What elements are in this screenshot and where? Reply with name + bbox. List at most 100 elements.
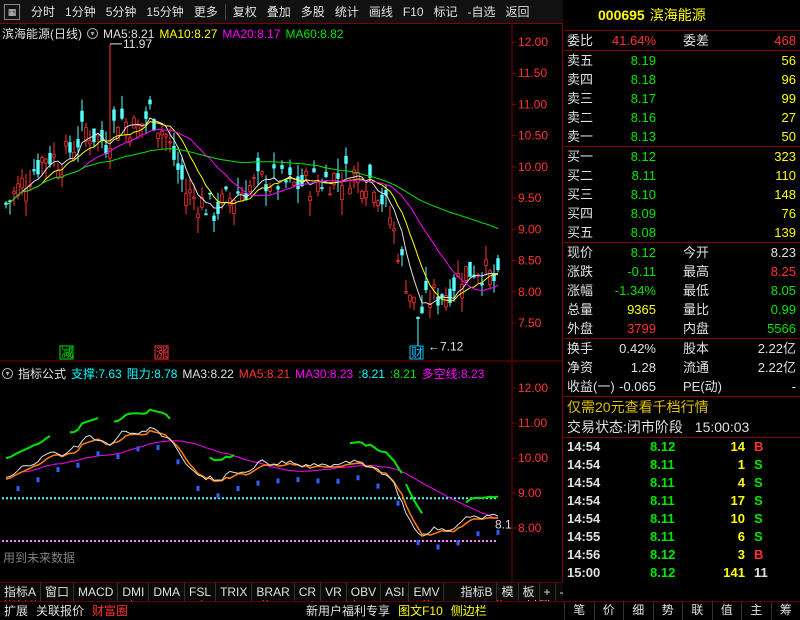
dropdown-circle-icon[interactable]: ▾ xyxy=(87,28,98,39)
quote-block: 现价 8.12 今开 8.23 涨跌 -0.11 最高 8.25 涨幅 -1.34% 最低 8.05 总… xyxy=(564,243,800,338)
status-tab[interactable]: 图文F10 xyxy=(394,602,447,620)
indicator-tab[interactable]: 模 xyxy=(497,582,519,601)
candle-body xyxy=(432,284,436,288)
indicator-tab[interactable]: FSL xyxy=(185,582,217,601)
indicator-title[interactable]: 指标公式 xyxy=(18,365,66,382)
trade-time: 15:00 xyxy=(567,565,601,580)
order-price: 8.12 xyxy=(630,149,656,164)
indicator-tab[interactable]: DMI xyxy=(118,582,150,601)
quote-value: 5566 xyxy=(767,321,796,336)
indicator-tab[interactable]: OBV xyxy=(347,582,382,601)
status-tab[interactable]: 扩展 xyxy=(0,602,32,620)
indicator-tab[interactable]: ASI xyxy=(381,582,410,601)
status-tab[interactable]: 侧边栏 xyxy=(447,602,491,620)
stat-label: 净资 xyxy=(567,360,594,375)
toolbar-item[interactable]: 15分钟 xyxy=(141,0,188,24)
quote-value: 8.05 xyxy=(770,283,796,298)
panel-tab[interactable]: 联 xyxy=(682,601,712,620)
indicator-tab[interactable]: BRAR xyxy=(252,582,295,601)
indicator-tab[interactable]: MACD xyxy=(74,582,119,601)
y-tick-label: 9.00 xyxy=(518,222,542,236)
status-tab[interactable]: 新用户福利专享 xyxy=(302,602,394,620)
kline-chart-area[interactable]: 12.00 11.50 11.00 10.50 10.00 9.50 9.00 8.50 8.0… xyxy=(0,24,563,607)
level2-ad-link[interactable]: 仅需20元查看千档行情 xyxy=(564,397,800,417)
panel-tab[interactable]: 主 xyxy=(741,601,771,620)
trade-row: 14:54 8.12 14 B xyxy=(564,438,800,456)
indicator-tab[interactable]: + xyxy=(540,582,556,601)
trade-time: 14:54 xyxy=(567,439,601,454)
weibi-value: 41.64% xyxy=(611,33,656,48)
panel-tab[interactable]: 价 xyxy=(593,601,624,620)
candle-body xyxy=(52,153,56,158)
toolbar-item[interactable]: 复权 xyxy=(228,0,262,24)
candle-body xyxy=(204,213,208,216)
candle-body xyxy=(324,171,328,178)
indicator-tab[interactable]: EMV xyxy=(409,582,445,601)
candle-body xyxy=(220,193,224,204)
toolbar-item[interactable]: F10 xyxy=(398,0,429,24)
order-level-label: 买二 xyxy=(567,168,594,183)
indicator-tab[interactable]: TRIX xyxy=(216,582,253,601)
y-tick-label: 9.50 xyxy=(518,191,542,205)
quote-label: 今开 xyxy=(683,245,710,260)
stock-code: 000695 xyxy=(598,7,645,23)
indicator-tab[interactable]: 指标B xyxy=(456,582,498,601)
candle-body xyxy=(184,193,188,207)
panel-tab[interactable]: 笔 xyxy=(564,601,594,620)
toolbar-item[interactable]: 统计 xyxy=(330,0,364,24)
toolbar-item[interactable]: -自选 xyxy=(463,0,501,24)
trade-row: 14:54 8.11 17 S xyxy=(564,492,800,510)
candle-body xyxy=(284,179,288,183)
order-level-label: 卖一 xyxy=(567,129,594,144)
signal-dot xyxy=(436,544,440,550)
panel-tab[interactable]: 势 xyxy=(652,601,683,620)
order-level-label: 卖二 xyxy=(567,110,594,125)
ma5-indicator-line xyxy=(5,429,499,536)
status-tab[interactable]: 关联报价 xyxy=(32,602,88,620)
signal-dot xyxy=(56,467,60,473)
toolbar-item[interactable]: 画线 xyxy=(364,0,398,24)
toolbar-item[interactable]: 返回 xyxy=(501,0,535,24)
order-level-label: 卖五 xyxy=(567,53,594,68)
stat-value: -0.065 xyxy=(619,379,656,394)
status-tab[interactable]: 财富圈 xyxy=(88,602,132,620)
toolbar-item[interactable]: 更多 xyxy=(189,0,223,24)
indicator-label: MA30: xyxy=(295,366,330,381)
indicator-tab[interactable]: DMA xyxy=(149,582,186,601)
toolbar-item[interactable]: 分时 xyxy=(26,0,60,24)
indicator-tab[interactable]: VR xyxy=(321,582,347,601)
dropdown-circle-icon[interactable]: ▾ xyxy=(2,368,13,379)
indicator-label: MA5: xyxy=(238,366,267,381)
panel-tab[interactable]: 值 xyxy=(711,601,742,620)
indicator-tab[interactable]: 板 xyxy=(519,582,540,601)
ma-value: 8.17 xyxy=(257,26,281,41)
candle-body xyxy=(256,157,260,172)
indicator-tab[interactable]: 窗口 xyxy=(41,582,75,601)
quote-value: 0.99 xyxy=(770,302,796,317)
order-price: 8.08 xyxy=(630,225,656,240)
candle-body xyxy=(340,185,344,200)
order-volume: 148 xyxy=(774,187,796,202)
toolbar-item[interactable]: 叠加 xyxy=(262,0,296,24)
candle-body xyxy=(44,158,48,164)
indicator-tab[interactable]: 指标A xyxy=(0,582,42,601)
chart-canvas[interactable]: 12.00 11.50 11.00 10.50 10.00 9.50 9.00 8.50 8.0… xyxy=(0,24,563,596)
indicator-legend-item: :8.21 xyxy=(358,367,385,381)
panel-tab[interactable]: 细 xyxy=(623,601,653,620)
trade-price: 8.12 xyxy=(650,439,676,454)
indicator-value: 8.78 xyxy=(154,367,178,381)
toolbar-item[interactable]: 5分钟 xyxy=(101,0,142,24)
sells-row: 卖一 8.13 50 xyxy=(564,127,800,146)
quote-row: 现价 8.12 今开 8.23 xyxy=(564,243,800,262)
trade-row: 14:54 8.11 1 S xyxy=(564,456,800,474)
indicator-tab[interactable]: CR xyxy=(295,582,322,601)
menu-icon[interactable]: ▦ xyxy=(4,3,20,20)
order-level-label: 买四 xyxy=(567,206,594,221)
panel-tab[interactable]: 筹 xyxy=(770,601,800,620)
trade-side: S xyxy=(754,475,763,490)
toolbar-item[interactable]: 多股 xyxy=(296,0,330,24)
indicator-legend-item: :8.21 xyxy=(390,367,417,381)
toolbar-item[interactable]: 1分钟 xyxy=(60,0,101,24)
ma5-line xyxy=(5,117,499,306)
toolbar-item[interactable]: 标记 xyxy=(429,0,463,24)
